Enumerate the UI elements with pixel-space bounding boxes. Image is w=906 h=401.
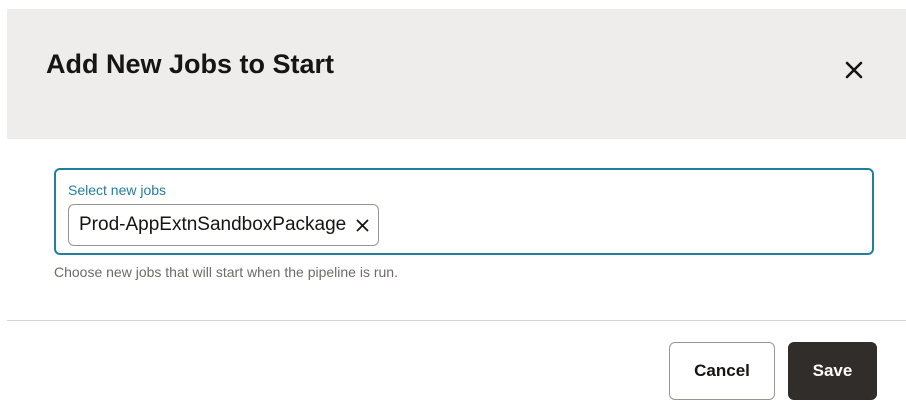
select-jobs-field[interactable]: Select new jobs Prod-AppExtnSandboxPacka… (54, 168, 874, 255)
cancel-button[interactable]: Cancel (669, 342, 775, 400)
add-jobs-dialog: Add New Jobs to Start Select new jobs Pr… (0, 0, 906, 401)
field-label: Select new jobs (68, 182, 167, 198)
chip-label: Prod-AppExtnSandboxPackage (79, 214, 347, 235)
close-button[interactable] (836, 52, 872, 88)
close-icon (845, 61, 863, 79)
field-help-text: Choose new jobs that will start when the… (54, 264, 398, 280)
close-icon (356, 219, 369, 231)
selected-job-chip[interactable]: Prod-AppExtnSandboxPackage (68, 204, 380, 246)
save-button[interactable]: Save (788, 342, 877, 400)
remove-chip-button[interactable] (354, 217, 370, 233)
footer-divider (7, 320, 906, 321)
dialog-title: Add New Jobs to Start (46, 49, 335, 79)
